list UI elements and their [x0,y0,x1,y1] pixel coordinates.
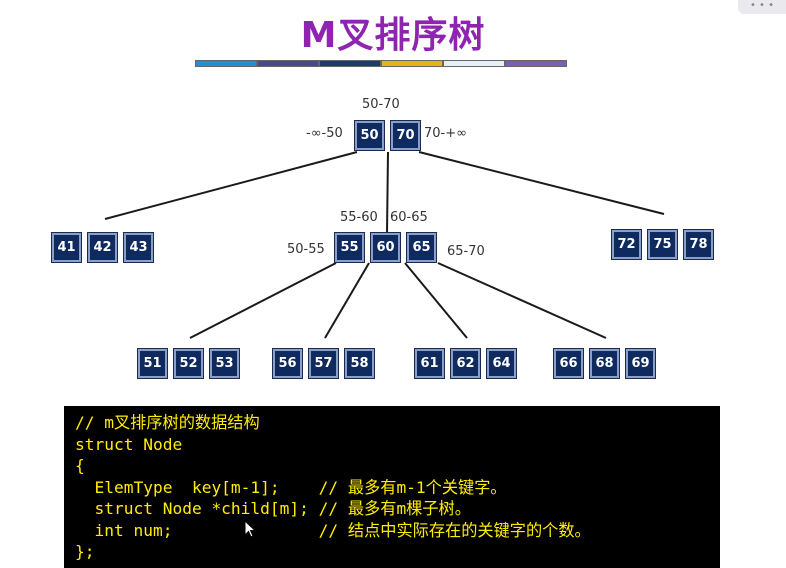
tree-node-key: 66 [553,348,584,379]
tree-node-key: 72 [611,229,642,260]
tree-node-key: 53 [209,348,240,379]
edge-root-right [418,151,665,215]
root-range-label: 50-70 [362,97,400,112]
edge-root-middle [386,151,389,234]
range-label: 65-70 [447,244,485,259]
tree-node-key: 51 [137,348,168,379]
code-block: // m叉排序树的数据结构 struct Node { ElemType key… [64,406,720,568]
tree-node-key: 64 [486,348,517,379]
root-right-range-label: 70-+∞ [424,126,467,141]
tree-node-key: 62 [450,348,481,379]
code-line: int num; // 结点中实际存在的关键字的个数。 [75,520,591,540]
edge-mid-child-1 [189,262,337,339]
mouse-cursor-icon [244,520,257,538]
tree-node-key: 78 [683,229,714,260]
tree-node-key: 60 [370,232,401,263]
root-left-range-label: -∞-50 [306,126,343,141]
edge-mid-child-4 [437,262,607,339]
tree-node-key: 61 [414,348,445,379]
edge-mid-child-2 [324,262,370,339]
tree-node-key: 70 [390,120,421,151]
range-label: 60-65 [390,210,428,225]
tree-node-key: 58 [344,348,375,379]
code-line: { [75,456,85,475]
tree-node-key: 68 [589,348,620,379]
tree-node-key: 55 [334,232,365,263]
code-line: struct Node *child[m]; // 最多有m棵子树。 [75,499,471,518]
tree-node-key: 50 [354,120,385,151]
code-line: struct Node [75,434,183,454]
tree-node-key: 65 [406,232,437,263]
edge-root-left [104,151,358,220]
tree-node-key: 43 [123,232,154,263]
tree-node-key: 42 [87,232,118,263]
tree-node-key: 41 [51,232,82,263]
code-line: // m叉排序树的数据结构 [75,413,260,432]
tree-node-key: 56 [272,348,303,379]
tree-node-key: 57 [308,348,339,379]
code-line: ElemType key[m-1]; // 最多有m-1个关键字。 [75,477,507,497]
tree-node-key: 69 [625,348,656,379]
range-label: 55-60 [340,210,378,225]
tree-node-key: 75 [647,229,678,260]
tree-node-key: 52 [173,348,204,379]
code-line: }; [75,542,95,561]
edge-mid-child-3 [404,262,468,339]
range-label: 50-55 [287,242,325,257]
